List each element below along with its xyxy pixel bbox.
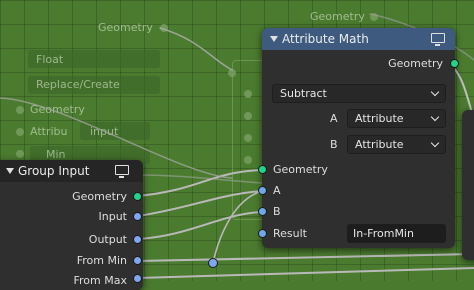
operation-value: Subtract	[280, 87, 327, 100]
chevron-down-icon	[430, 112, 440, 122]
input-b-label: B	[273, 205, 281, 218]
b-type-value: Attribute	[355, 138, 404, 151]
group-output-label: From Min	[76, 254, 127, 267]
attribute-math-header[interactable]: Attribute Math	[262, 28, 455, 50]
group-input-title: Group Input	[18, 164, 90, 178]
chevron-down-icon	[430, 138, 440, 148]
group-input-header[interactable]: Group Input	[0, 160, 143, 182]
monitor-icon[interactable]	[431, 33, 445, 46]
b-type-label: B	[330, 138, 338, 151]
input-geometry-label: Geometry	[273, 163, 328, 176]
input-a-label: A	[273, 184, 281, 197]
collapse-arrow-icon[interactable]	[6, 168, 14, 174]
a-type-value: Attribute	[355, 112, 404, 125]
attribute-math-title: Attribute Math	[282, 32, 369, 46]
group-output-label: Output	[88, 233, 127, 246]
operation-dropdown[interactable]: Subtract	[272, 84, 446, 103]
group-output-label: Geometry	[72, 190, 127, 203]
result-name-value: In-FromMin	[353, 227, 414, 240]
input-geometry-socket[interactable]	[258, 165, 267, 174]
partial-node-right[interactable]	[462, 110, 474, 260]
chevron-down-icon	[430, 87, 440, 97]
input-result-socket[interactable]	[258, 229, 267, 238]
group-output-label: Input	[98, 210, 127, 223]
a-type-dropdown[interactable]: Attribute	[347, 109, 446, 128]
group-output-socket[interactable]	[133, 235, 142, 244]
input-result-label: Result	[273, 227, 307, 240]
input-b-socket[interactable]	[258, 207, 267, 216]
output-geometry-socket[interactable]	[450, 59, 459, 68]
group-output-socket[interactable]	[133, 212, 142, 221]
group-output-socket[interactable]	[133, 274, 142, 283]
node-editor-canvas[interactable]: Geometry Float Replace/Create Geometry A…	[0, 0, 474, 290]
group-input-node[interactable]: Group Input Geometry Input Output From M…	[0, 160, 143, 290]
input-a-socket[interactable]	[258, 186, 267, 195]
b-type-dropdown[interactable]: Attribute	[347, 135, 446, 154]
result-name-field[interactable]: In-FromMin	[347, 224, 446, 243]
output-geometry-label: Geometry	[388, 57, 443, 70]
group-output-socket[interactable]	[133, 256, 142, 265]
a-type-label: A	[330, 112, 338, 125]
attribute-math-node[interactable]: Attribute Math Geometry Subtract A Attri…	[258, 28, 459, 248]
group-output-socket[interactable]	[133, 192, 142, 201]
collapse-arrow-icon[interactable]	[270, 36, 278, 42]
monitor-icon[interactable]	[115, 165, 129, 178]
